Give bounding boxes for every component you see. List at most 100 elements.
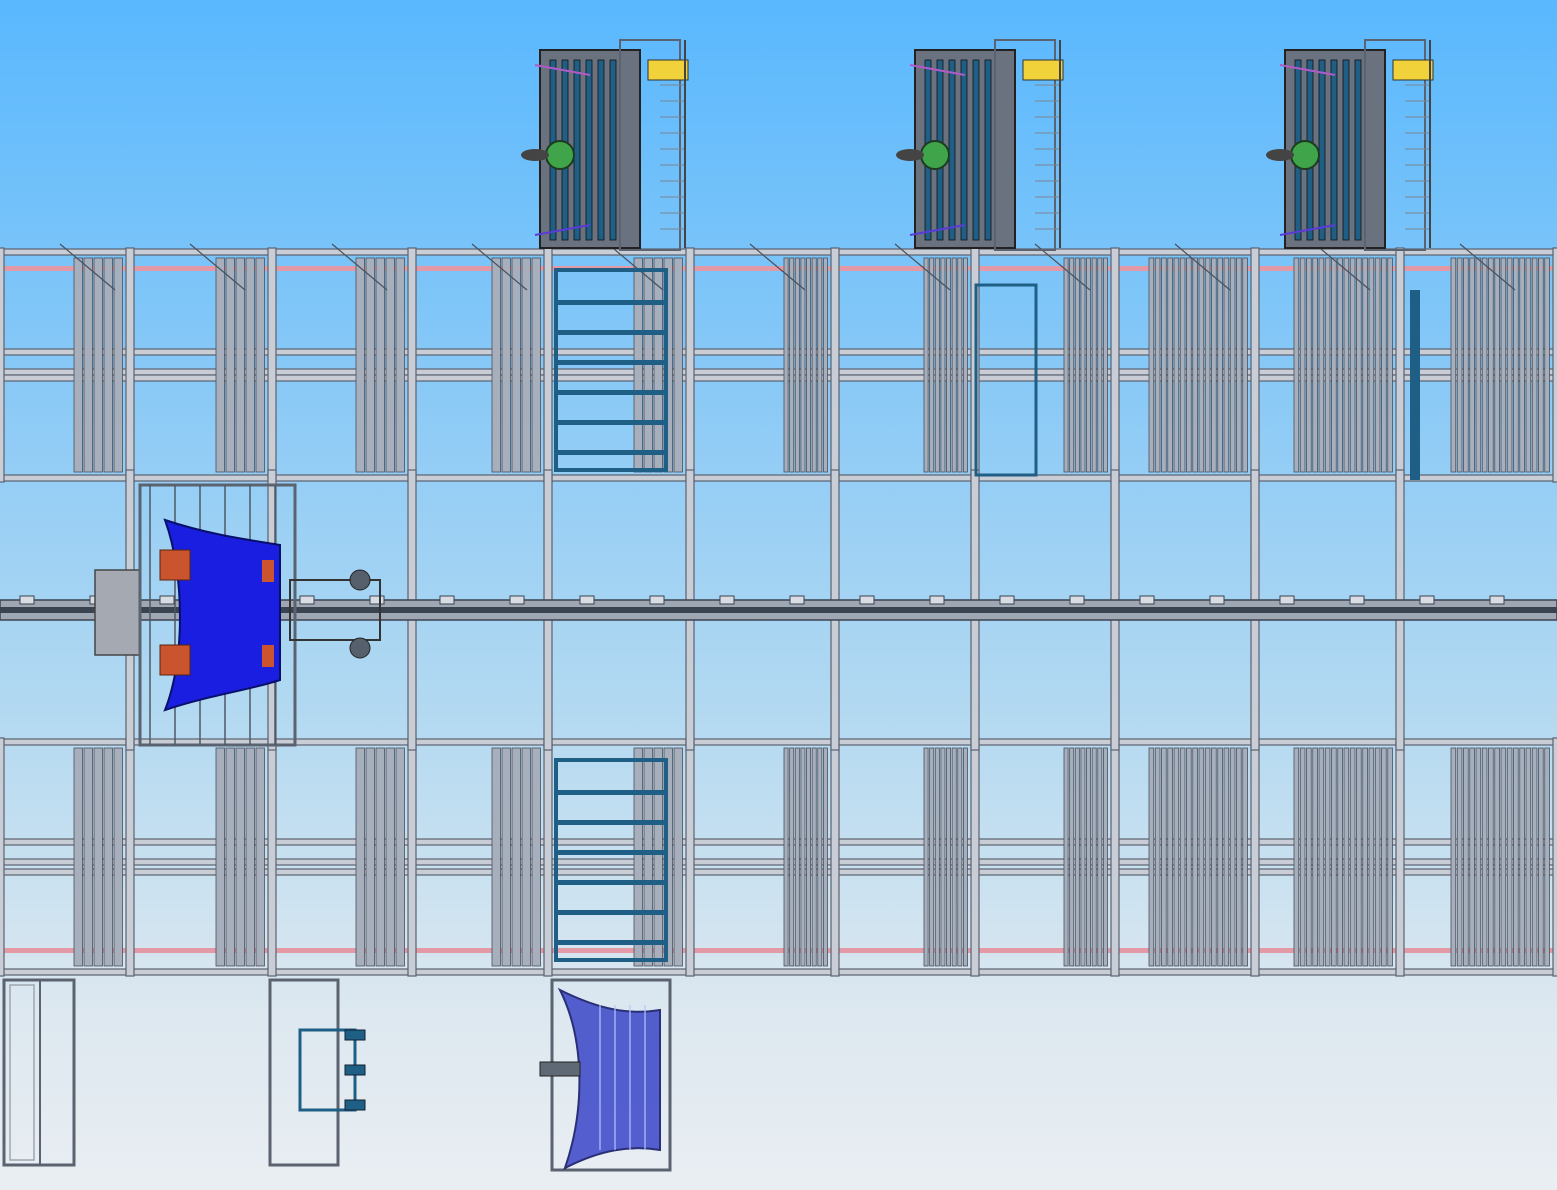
cad-viewport[interactable] [0, 0, 1557, 1190]
rack-slat [1337, 747, 1343, 967]
rack-rail-horizontal [0, 474, 1557, 482]
rack-slat [1167, 257, 1173, 473]
rack-slat [1349, 257, 1356, 473]
rack-row-top [0, 243, 1557, 483]
rack-slat [962, 747, 968, 967]
rack-slat [1456, 747, 1463, 967]
rack-post [830, 247, 840, 483]
rail-clamp [719, 595, 735, 605]
rack-slat [1198, 747, 1205, 967]
motor-icon [349, 569, 371, 591]
rack-slat [1102, 747, 1108, 967]
rack-slat [215, 257, 225, 473]
rack-slat [511, 257, 521, 473]
rack-slat [817, 747, 823, 967]
rack-slat [1074, 257, 1080, 473]
rack-slat [1531, 257, 1538, 473]
rack-slat [355, 747, 365, 967]
rack-slat [1475, 747, 1482, 967]
rack-slat [653, 747, 663, 967]
rail-clamp [509, 595, 525, 605]
fixture-3 [1266, 39, 1434, 251]
rack-slat [245, 747, 255, 967]
rack-slat [1343, 257, 1350, 473]
rack-slat [1148, 747, 1155, 967]
rack-post [970, 737, 980, 977]
rack-slat [1154, 257, 1161, 473]
rack-slat [1074, 747, 1080, 967]
fixture-rail [1354, 59, 1362, 241]
rack-slat [365, 747, 375, 967]
rack-slat [1494, 257, 1500, 473]
rack-slat [822, 747, 828, 967]
rack-post [125, 737, 135, 977]
rack-slat [1519, 747, 1525, 967]
fixture-rail [573, 59, 581, 241]
rack-slat [1544, 257, 1550, 473]
orange-gripper [262, 560, 274, 582]
rack-slat [235, 257, 245, 473]
rack-slat [531, 747, 541, 967]
rack-post [0, 737, 5, 977]
rack-slat [929, 747, 935, 967]
cylinder-icon [521, 149, 549, 161]
rack-slat [1080, 257, 1086, 473]
fixture-rail [960, 59, 968, 241]
rack-slat [1525, 257, 1532, 473]
rack-slat [1331, 257, 1337, 473]
rack-slat [1069, 747, 1075, 967]
fixture-1 [521, 39, 689, 251]
blue-part [163, 518, 281, 712]
fixture-rail [972, 59, 980, 241]
pallet-clamp [344, 1099, 366, 1111]
rack-slat [1179, 257, 1186, 473]
fixture-rail [609, 59, 617, 241]
rack-slat [1525, 747, 1532, 967]
rack-slat [1450, 257, 1457, 473]
rack-slat [1362, 257, 1368, 473]
rack-slat [1198, 257, 1205, 473]
blue-frame-bar [558, 850, 666, 855]
rail-clamp [439, 595, 455, 605]
rack-post [267, 737, 277, 977]
rack-slat [806, 257, 812, 473]
rail-clamp [1139, 595, 1155, 605]
rack-slat [1456, 257, 1463, 473]
rail-clamp [859, 595, 875, 605]
rack-slat [1186, 747, 1192, 967]
rack-slat [1374, 257, 1381, 473]
rack-slat [1324, 257, 1331, 473]
rack-slat [521, 747, 531, 967]
rack-post [407, 737, 417, 977]
rack-slat [1343, 747, 1350, 967]
pallet-clamp [344, 1064, 366, 1076]
fixture-rail [1318, 59, 1326, 241]
rack-slat [103, 747, 113, 967]
rack-slat [783, 257, 789, 473]
rail-clamp [789, 595, 805, 605]
rack-slat [1229, 747, 1236, 967]
rack-slat [789, 257, 795, 473]
rack-slat [1306, 257, 1312, 473]
rack-slat [73, 747, 83, 967]
rack-slat [1312, 257, 1318, 473]
slat-packs [73, 747, 1550, 967]
rack-slat [245, 257, 255, 473]
rack-slat [822, 257, 828, 473]
rack-slat [1242, 747, 1248, 967]
rack-rail-horizontal [0, 248, 1557, 256]
rack-slat [1192, 747, 1198, 967]
rack-slat [1192, 257, 1198, 473]
blue-frame-bar [558, 940, 666, 945]
rack-slat [957, 747, 963, 967]
rack-slat [951, 257, 957, 473]
rack-row-bottom [0, 737, 1557, 977]
rack-post [543, 247, 553, 483]
rack-slat [93, 257, 103, 473]
rack-slat [1481, 747, 1488, 967]
rack-slat [1513, 747, 1519, 967]
rack-slat [1463, 747, 1469, 967]
rack-post [685, 247, 695, 483]
rack-slat [1293, 747, 1300, 967]
rack-slat [1469, 747, 1475, 967]
